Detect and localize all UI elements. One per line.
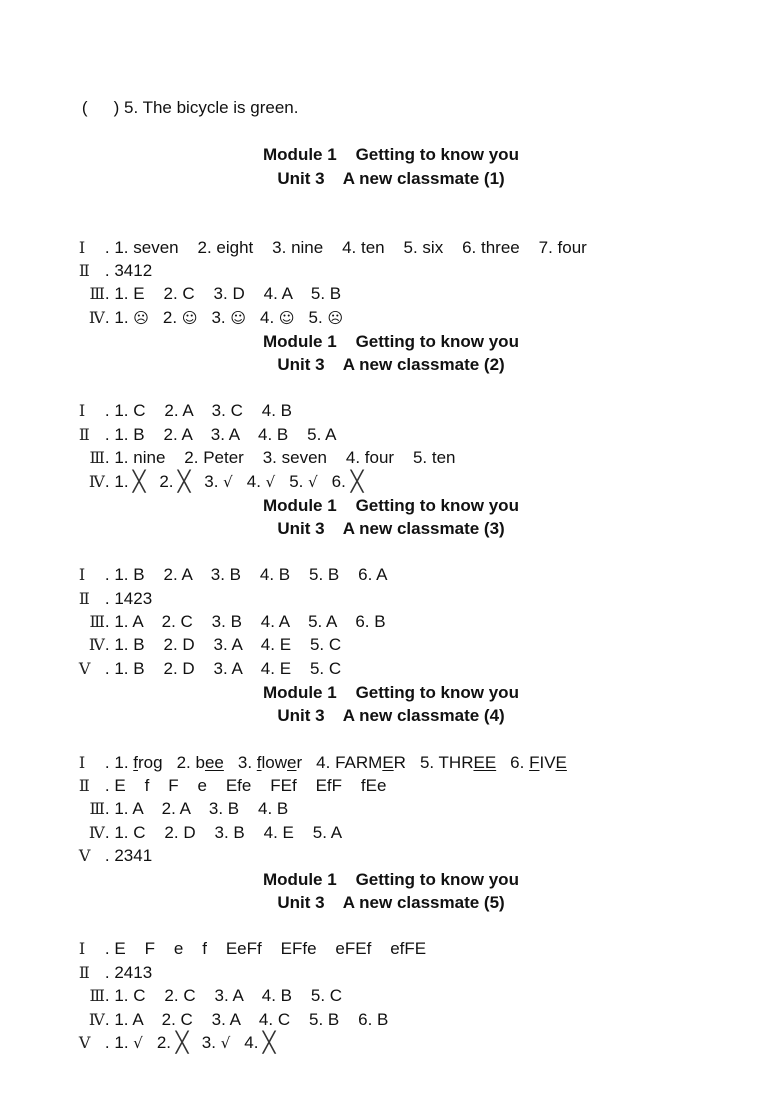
answer-word: FIVE — [529, 753, 567, 772]
item-number: 6. — [331, 472, 351, 491]
roman-numeral: Ⅳ — [88, 308, 105, 327]
cross-icon: ╳ — [132, 469, 146, 493]
answer-row: Ⅰ. 1. frog 2. bee 3. flower 4. FARMER 5. THR… — [78, 753, 567, 772]
answer-row: Ⅱ. 1423 — [60, 564, 152, 608]
underlined-letters: EE — [473, 753, 497, 772]
check-icon: √ — [223, 473, 233, 491]
cross-icon: ╳ — [262, 1030, 276, 1054]
word-part: IV — [539, 753, 556, 772]
answer-text: . E F e f EeFf EFfe eFEf efFE — [104, 939, 427, 958]
answer-row: Ⅲ. 1. C 2. C 3. A 4. B 5. C — [60, 961, 342, 1005]
item-number: 5. — [289, 472, 309, 491]
roman-numeral: Ⅳ — [88, 472, 105, 491]
answer-row: Ⅲ. 1. nine 2. Peter 3. seven 4. four 5. … — [60, 423, 455, 467]
unit-title: Unit 3 A new classmate (2) — [277, 355, 505, 374]
check-icon: √ — [133, 1034, 143, 1052]
mark-items: 1. ☹ 2. ☺ 3. ☺ 4. ☺ 5. ☹ — [114, 308, 343, 327]
sad-face-icon: ☹ — [327, 309, 344, 327]
answer-row: Ⅳ. 1. B 2. D 3. A 4. E 5. C — [60, 610, 341, 654]
item-number: 4. — [260, 308, 279, 327]
answer-row: Ⅰ. 1. C 2. A 3. C 4. B — [60, 376, 292, 420]
answer-row: Ⅱ. 3412 — [60, 236, 152, 280]
cross-icon: ╳ — [177, 469, 191, 493]
item-number: 1. — [114, 308, 134, 327]
answer-text: . 1. B 2. D 3. A 4. E 5. C — [104, 659, 342, 678]
unit-title: Unit 3 A new classmate (4) — [277, 706, 505, 725]
item-number: 4. — [244, 1033, 264, 1052]
item-number: 2. — [162, 308, 182, 327]
answer-row: Ⅰ. 1. B 2. A 3. B 4. B 5. B 6. A — [60, 540, 388, 584]
smiley-face-icon: ☺ — [278, 309, 295, 327]
answer-row: Ⅲ. 1. A 2. A 3. B 4. B — [60, 774, 288, 818]
answer-row: Ⅳ. 1. ☹ 2. ☺ 3. ☺ 4. ☺ 5. ☹ — [60, 283, 343, 327]
answer-text: . 2341 — [104, 846, 153, 865]
question-5-line: () 5. The bicycle is green. — [63, 73, 299, 117]
check-icon: √ — [220, 1034, 231, 1052]
module-title: Module 1 Getting to know you — [263, 683, 519, 702]
mark-items: 1. ╳ 2. ╳ 3. √ 4. √ 5. √ 6. ╳ — [114, 469, 363, 493]
word-part: THR — [438, 753, 474, 772]
answer-row: Ⅱ. 1. B 2. A 3. A 4. B 5. A — [60, 400, 337, 444]
answer-paren-open: ( — [81, 98, 88, 117]
mark-items: 1. √ 2. ╳ 3. √ 4. ╳ — [114, 1030, 276, 1054]
answer-row: Ⅰ. E F e f EeFf EFfe eFEf efFE — [60, 914, 426, 958]
answer-row: Ⅳ. 1. ╳ 2. ╳ 3. √ 4. √ 5. √ 6. ╳ — [60, 447, 363, 493]
item-number: 4. — [246, 472, 266, 491]
answer-key-page: () 5. The bicycle is green. Module 1 Get… — [0, 0, 782, 1105]
module-title: Module 1 Getting to know you — [263, 496, 519, 515]
answer-text: . 1. seven 2. eight 3. nine 4. ten 5. si… — [104, 238, 587, 257]
answer-row: Ⅴ . 2341 — [60, 821, 152, 865]
smiley-face-icon: ☺ — [230, 309, 246, 327]
item-number: 2. — [156, 1033, 176, 1052]
item-number: 5. — [308, 308, 328, 327]
item-number: 5. — [419, 753, 439, 772]
check-icon: √ — [308, 473, 318, 491]
item-number: 2. — [159, 472, 179, 491]
underlined-letters: F — [529, 753, 540, 772]
module-title: Module 1 Getting to know you — [263, 870, 519, 889]
question-text: 5. The bicycle is green. — [123, 98, 299, 117]
unit-title: Unit 3 A new classmate (5) — [277, 893, 505, 912]
answer-word: THREE — [439, 753, 497, 772]
answer-row: Ⅰ. 1. seven 2. eight 3. nine 4. ten 5. s… — [60, 213, 587, 257]
cross-icon: ╳ — [175, 1030, 189, 1054]
answer-row: Ⅳ. 1. C 2. D 3. B 4. E 5. A — [60, 798, 342, 842]
cross-icon: ╳ — [350, 469, 363, 493]
roman-numeral: Ⅴ — [78, 846, 91, 865]
answer-row: Ⅲ. 1. E 2. C 3. D 4. A 5. B — [60, 259, 341, 303]
answer-row: Ⅳ. 1. A 2. C 3. A 4. C 5. B 6. B — [60, 985, 388, 1029]
unit-title: Unit 3 A new classmate (1) — [277, 169, 505, 188]
item-number: 6. — [510, 753, 530, 772]
answer-row: Ⅴ. 1. √ 2. ╳ 3. √ 4. ╳ — [78, 1030, 276, 1054]
answer-row: Ⅱ. E f F e Efe FEf EfF fEe — [60, 751, 387, 795]
item-number: 3. — [204, 472, 224, 491]
module-title: Module 1 Getting to know you — [263, 145, 519, 164]
unit-title: Unit 3 A new classmate (3) — [277, 519, 505, 538]
answer-row: Ⅴ . 1. B 2. D 3. A 4. E 5. C — [60, 634, 341, 678]
word-part: R — [393, 753, 406, 772]
module-title: Module 1 Getting to know you — [263, 332, 519, 351]
item-number: 3. — [211, 308, 231, 327]
answer-row: Ⅲ. 1. A 2. C 3. B 4. A 5. A 6. B — [60, 587, 385, 631]
roman-numeral: Ⅴ — [78, 659, 91, 678]
answer-row: Ⅱ. 2413 — [60, 938, 152, 982]
item-number: 1. — [114, 472, 134, 491]
item-number: 3. — [201, 1033, 221, 1052]
item-number: 1. — [114, 1033, 134, 1052]
roman-numeral: Ⅴ — [78, 1033, 91, 1052]
smiley-face-icon: ☺ — [181, 309, 198, 327]
sad-face-icon: ☹ — [133, 309, 149, 327]
check-icon: √ — [265, 473, 276, 491]
underlined-letters: E — [555, 753, 567, 772]
